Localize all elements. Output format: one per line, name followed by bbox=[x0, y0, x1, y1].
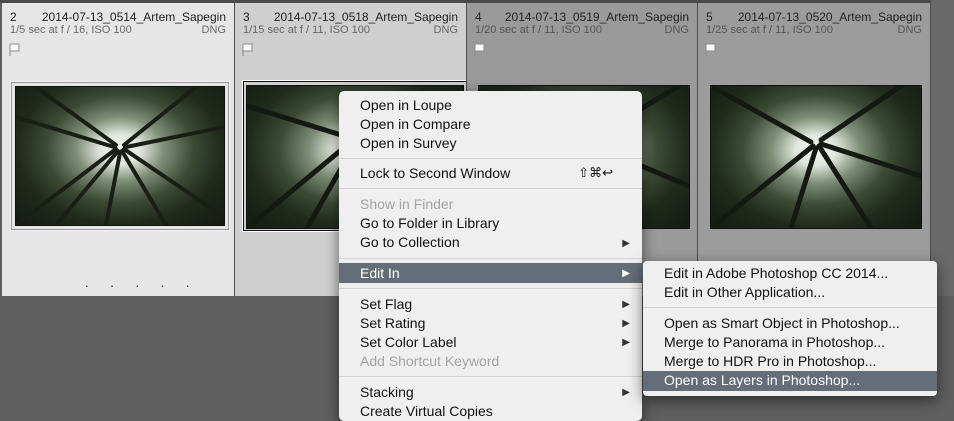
menu-item-open-in-compare[interactable]: Open in Compare bbox=[360, 115, 471, 134]
triangle-right-icon: ▶ bbox=[622, 268, 630, 279]
triangle-right-icon: ▶ bbox=[622, 318, 630, 329]
cell-filename: 2014-07-13_0520_Artem_Sapegin bbox=[737, 10, 922, 24]
grid-cell-2[interactable]: 2 2014-07-13_0514_Artem_Sapegin 1/5 sec … bbox=[2, 3, 235, 296]
menu-separator bbox=[339, 376, 642, 377]
flag-icon[interactable] bbox=[9, 43, 21, 57]
menu-item-edit-in[interactable]: Edit In bbox=[360, 264, 400, 283]
menu-item-lock-to-second-window[interactable]: Lock to Second Window ⇧⌘↩ bbox=[360, 164, 622, 183]
photo-thumbnail[interactable] bbox=[710, 85, 922, 229]
edit-in-submenu: Edit in Adobe Photoshop CC 2014... Edit … bbox=[643, 261, 937, 396]
submenu-item-edit-in-photoshop[interactable]: Edit in Adobe Photoshop CC 2014... bbox=[664, 264, 888, 283]
flag-icon[interactable] bbox=[705, 43, 717, 57]
menu-item-label: Lock to Second Window bbox=[360, 165, 511, 181]
menu-item-set-rating[interactable]: Set Rating bbox=[360, 314, 425, 333]
menu-item-open-in-survey[interactable]: Open in Survey bbox=[360, 134, 457, 153]
menu-separator bbox=[339, 258, 642, 259]
menu-item-set-color-label[interactable]: Set Color Label bbox=[360, 333, 457, 352]
menu-item-stacking[interactable]: Stacking bbox=[360, 383, 414, 402]
menu-item-go-to-collection[interactable]: Go to Collection bbox=[360, 233, 460, 252]
menu-item-add-shortcut-keyword: Add Shortcut Keyword bbox=[360, 353, 500, 369]
cell-exposure: 1/25 sec at f / 11, ISO 100 bbox=[706, 24, 833, 36]
triangle-right-icon: ▶ bbox=[622, 238, 630, 249]
cell-format: DNG bbox=[201, 24, 226, 36]
cell-format: DNG bbox=[664, 24, 689, 36]
grid-scroll-gutter bbox=[931, 0, 954, 296]
cell-number: 5 bbox=[706, 10, 713, 24]
photo-thumbnail[interactable] bbox=[15, 86, 225, 226]
menu-item-go-to-folder[interactable]: Go to Folder in Library bbox=[360, 214, 499, 233]
cell-number: 4 bbox=[475, 10, 482, 24]
grid-cell-5[interactable]: 5 2014-07-13_0520_Artem_Sapegin 1/25 sec… bbox=[698, 3, 931, 296]
menu-item-create-virtual-copies[interactable]: Create Virtual Copies bbox=[360, 402, 493, 421]
cell-exposure: 1/20 sec at f / 11, ISO 100 bbox=[475, 24, 602, 36]
menu-item-open-in-loupe[interactable]: Open in Loupe bbox=[360, 96, 452, 115]
flag-icon[interactable] bbox=[242, 43, 254, 57]
triangle-right-icon: ▶ bbox=[622, 387, 630, 398]
submenu-item-open-as-layers[interactable]: Open as Layers in Photoshop... bbox=[664, 371, 860, 390]
menu-item-set-flag[interactable]: Set Flag bbox=[360, 295, 412, 314]
cell-filename: 2014-07-13_0518_Artem_Sapegin bbox=[273, 10, 458, 24]
cell-exposure: 1/15 sec at f / 11, ISO 100 bbox=[243, 24, 370, 36]
submenu-item-open-as-smart-object[interactable]: Open as Smart Object in Photoshop... bbox=[664, 314, 900, 333]
rating-dots[interactable]: . . . . . bbox=[85, 275, 199, 290]
flag-icon[interactable] bbox=[474, 43, 486, 57]
cell-format: DNG bbox=[897, 24, 922, 36]
cell-exposure: 1/5 sec at f / 16, ISO 100 bbox=[10, 24, 132, 36]
cell-filename: 2014-07-13_0519_Artem_Sapegin bbox=[504, 10, 689, 24]
cell-number: 2 bbox=[10, 10, 17, 24]
menu-separator bbox=[339, 158, 642, 159]
menu-separator bbox=[339, 188, 642, 189]
triangle-right-icon: ▶ bbox=[622, 299, 630, 310]
cell-filename: 2014-07-13_0514_Artem_Sapegin bbox=[41, 10, 226, 24]
menu-separator bbox=[643, 307, 937, 308]
keyboard-shortcut: ⇧⌘↩ bbox=[578, 166, 613, 181]
submenu-item-edit-in-other-application[interactable]: Edit in Other Application... bbox=[664, 283, 825, 302]
triangle-right-icon: ▶ bbox=[622, 337, 630, 348]
menu-separator bbox=[339, 288, 642, 289]
submenu-item-merge-to-panorama[interactable]: Merge to Panorama in Photoshop... bbox=[664, 333, 885, 352]
cell-number: 3 bbox=[243, 10, 250, 24]
cell-format: DNG bbox=[433, 24, 458, 36]
menu-item-show-in-finder: Show in Finder bbox=[360, 196, 454, 212]
submenu-item-merge-to-hdr-pro[interactable]: Merge to HDR Pro in Photoshop... bbox=[664, 352, 876, 371]
context-menu: Open in Loupe Open in Compare Open in Su… bbox=[339, 91, 642, 421]
